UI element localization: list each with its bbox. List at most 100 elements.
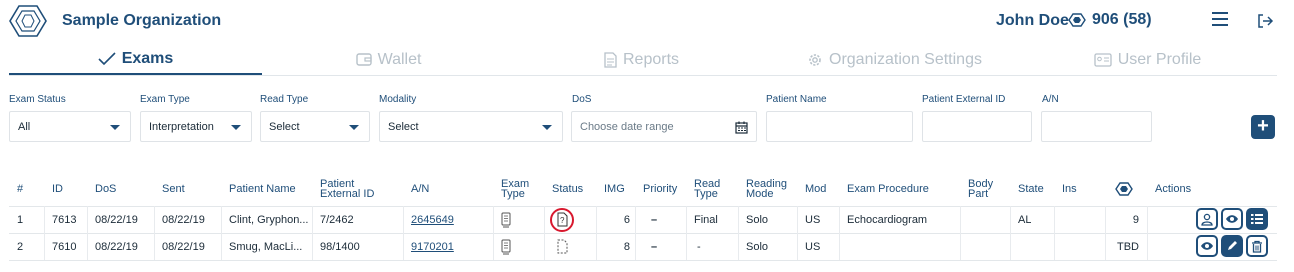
tab-user-profile[interactable]: User Profile — [1021, 44, 1274, 75]
exam-status-value: All — [18, 120, 31, 133]
cell-patient-external-id: 7/2462 — [320, 213, 354, 226]
an-input[interactable] — [1041, 111, 1152, 142]
chevron-down-icon — [231, 125, 241, 130]
cell-id: 7613 — [52, 213, 77, 226]
tab-organization-settings[interactable]: Organization Settings — [768, 44, 1021, 75]
blank-document-icon[interactable] — [557, 233, 568, 260]
cell-patient-name: Smug, MacLi... — [229, 240, 303, 253]
header-dos[interactable]: DoS — [95, 172, 116, 206]
header-read-type[interactable]: Read Type — [694, 172, 720, 206]
tab-label: Wallet — [377, 50, 422, 68]
tab-reports[interactable]: Reports — [515, 44, 768, 75]
exam-type-label: Exam Type — [140, 94, 190, 105]
credits-display: 906 (58) — [1068, 11, 1152, 29]
exam-type-select[interactable]: Interpretation — [140, 111, 252, 142]
hamburger-menu-icon[interactable] — [1212, 12, 1228, 26]
wallet-icon — [355, 53, 372, 66]
exam-type-icon — [501, 206, 511, 233]
header-actions: Actions — [1155, 183, 1192, 195]
header-mod[interactable]: Mod — [805, 172, 826, 206]
check-icon — [98, 51, 116, 65]
header-status[interactable]: Status — [552, 172, 583, 206]
eye-icon — [1201, 242, 1213, 250]
cell-patient-external-id: 98/1400 — [320, 240, 360, 253]
patient-name-label: Patient Name — [766, 94, 827, 105]
header-body-part[interactable]: Body Part — [968, 172, 993, 206]
header-credits[interactable] — [1115, 172, 1133, 206]
cell-priority: – — [651, 213, 658, 226]
calendar-icon — [735, 121, 748, 134]
header-patient-name[interactable]: Patient Name — [229, 172, 296, 206]
edit-button[interactable] — [1221, 235, 1243, 257]
credits-icon — [1068, 13, 1086, 27]
chevron-down-icon — [542, 125, 552, 130]
view-button[interactable] — [1221, 208, 1243, 230]
assign-user-button[interactable] — [1196, 208, 1218, 230]
header-num: # — [17, 183, 24, 195]
dos-date-range-input[interactable]: Choose date range — [571, 111, 757, 142]
header-reading-mode[interactable]: Reading Mode — [746, 172, 787, 206]
cell-num: 2 — [17, 240, 24, 253]
details-list-button[interactable] — [1246, 208, 1268, 230]
cell-priority: – — [651, 240, 658, 253]
header-sent[interactable]: Sent — [162, 172, 185, 206]
organization-logo-icon — [9, 5, 47, 37]
header-exam-procedure[interactable]: Exam Procedure — [847, 172, 929, 206]
header-img[interactable]: IMG — [604, 172, 625, 206]
svg-text:?: ? — [560, 216, 565, 225]
tab-label: Exams — [121, 49, 174, 67]
exam-status-label: Exam Status — [9, 94, 66, 105]
exam-type-value: Interpretation — [149, 120, 214, 133]
logout-icon[interactable] — [1256, 12, 1274, 30]
table-row[interactable]: 1 7613 08/22/19 08/22/19 Clint, Gryphon.… — [9, 206, 1277, 233]
cell-an-link[interactable]: 2645649 — [411, 206, 454, 233]
cell-credits: TBD — [1117, 240, 1139, 253]
header-id[interactable]: ID — [52, 172, 63, 206]
organization-name: Sample Organization — [62, 12, 222, 29]
header-an[interactable]: A/N — [411, 172, 429, 206]
cell-dos: 08/22/19 — [95, 213, 138, 226]
header-reading-mode-line2: Mode — [746, 188, 774, 200]
header-priority[interactable]: Priority — [643, 172, 677, 206]
header-body-part-line2: Part — [968, 188, 989, 200]
header-patient-external-id-line2: External ID — [320, 188, 375, 200]
header-ins[interactable]: Ins — [1062, 172, 1077, 206]
tab-exams[interactable]: Exams — [9, 44, 262, 75]
chevron-down-icon — [110, 125, 120, 130]
view-button[interactable] — [1196, 235, 1218, 257]
read-type-select[interactable]: Select — [260, 111, 370, 142]
list-icon — [1251, 214, 1263, 224]
header-patient-external-id[interactable]: Patient External ID — [320, 172, 374, 206]
read-type-label: Read Type — [260, 94, 309, 105]
question-document-icon[interactable]: ? — [557, 206, 568, 233]
cell-sent: 08/22/19 — [162, 240, 205, 253]
cell-reading-mode: Solo — [746, 240, 769, 253]
cell-read-type: Final — [694, 213, 718, 226]
cell-dos: 08/22/19 — [95, 240, 138, 253]
user-name[interactable]: John Doe — [996, 12, 1069, 30]
tab-wallet[interactable]: Wallet — [262, 44, 515, 75]
row-divider — [9, 260, 1277, 261]
tab-label: Organization Settings — [829, 50, 982, 68]
report-icon — [604, 51, 617, 68]
patient-external-id-input[interactable] — [922, 111, 1032, 142]
delete-button[interactable] — [1246, 235, 1268, 257]
tab-label: User Profile — [1117, 50, 1202, 68]
cell-patient-name: Clint, Gryphon... — [229, 213, 309, 226]
cell-read-type: - — [697, 240, 701, 253]
header-exam-type-line2: Type — [501, 188, 525, 200]
cell-an-link[interactable]: 9170201 — [411, 233, 454, 260]
dos-placeholder: Choose date range — [580, 120, 674, 133]
add-exam-button[interactable]: + — [1251, 115, 1275, 139]
table-row[interactable]: 2 7610 08/22/19 08/22/19 Smug, MacLi... … — [9, 233, 1277, 260]
patient-name-input[interactable] — [766, 111, 913, 142]
exam-status-select[interactable]: All — [9, 111, 131, 142]
exam-type-icon — [501, 233, 511, 260]
header-state[interactable]: State — [1018, 172, 1044, 206]
cell-sent: 08/22/19 — [162, 213, 205, 226]
top-header: Sample Organization John Doe 906 (58) — [0, 0, 1294, 42]
header-exam-type[interactable]: Exam Type — [501, 172, 529, 206]
cell-img: 6 — [623, 213, 630, 226]
modality-select[interactable]: Select — [379, 111, 563, 142]
cell-exam-procedure: Echocardiogram — [847, 213, 928, 226]
